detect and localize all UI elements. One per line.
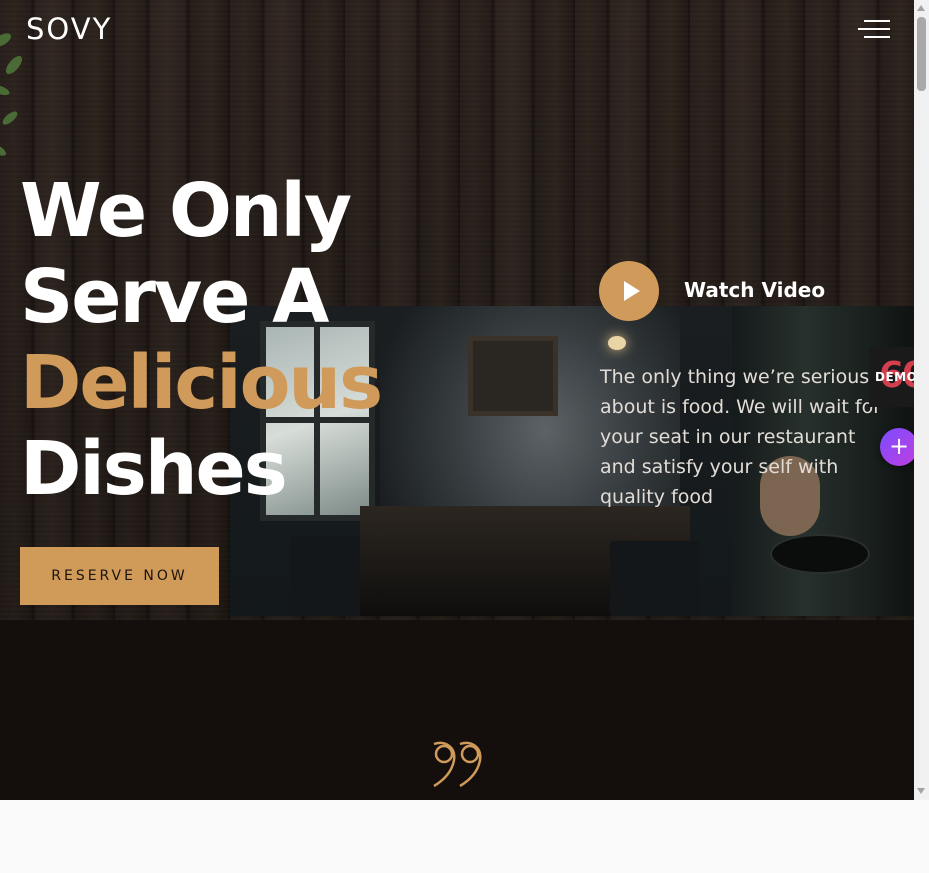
hamburger-menu-icon[interactable] — [858, 18, 890, 40]
headline-line-1: We Only — [20, 168, 352, 254]
play-video-icon[interactable] — [599, 261, 659, 321]
scroll-down-arrow-icon[interactable] — [917, 788, 925, 794]
plus-button[interactable]: + — [880, 428, 918, 466]
scroll-up-arrow-icon[interactable] — [917, 5, 925, 11]
quote-mark-icon — [433, 741, 482, 788]
hero-description: The only thing we’re serious about is fo… — [600, 366, 882, 508]
page-viewport: SOVY We Only Serve A Delicious Dishes RE… — [0, 0, 914, 800]
hero-headline: We Only Serve A Delicious Dishes — [20, 168, 383, 512]
page-scrollbar[interactable] — [914, 0, 929, 800]
headline-line-4: Dishes — [20, 426, 288, 512]
scrollbar-thumb[interactable] — [917, 17, 926, 91]
headline-line-3-accent: Delicious — [20, 340, 383, 426]
reserve-now-button[interactable]: RESERVE NOW — [20, 547, 219, 605]
watch-video-link[interactable]: Watch Video — [684, 278, 825, 302]
headline-line-2: Serve A — [20, 254, 329, 340]
site-logo[interactable]: SOVY — [26, 12, 112, 46]
